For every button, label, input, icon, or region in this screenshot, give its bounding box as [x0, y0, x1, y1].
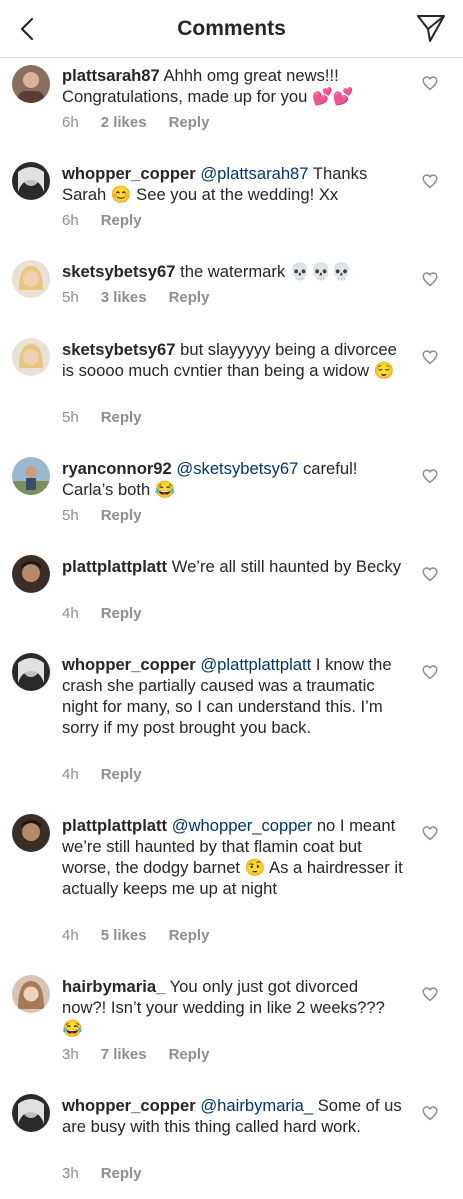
- heart-outline-icon[interactable]: [421, 663, 439, 681]
- reply-button[interactable]: Reply: [169, 1046, 210, 1063]
- comment-mention[interactable]: @plattsarah87: [200, 164, 308, 183]
- reply-button[interactable]: Reply: [101, 212, 142, 229]
- heart-outline-icon[interactable]: [421, 172, 439, 190]
- heart-outline-icon[interactable]: [421, 270, 439, 288]
- avatar[interactable]: [12, 555, 50, 593]
- avatar[interactable]: [12, 260, 50, 298]
- paper-plane-icon: [417, 15, 445, 42]
- avatar[interactable]: [12, 814, 50, 852]
- page-title: Comments: [177, 17, 286, 40]
- comment-mention[interactable]: @hairbymaria_: [200, 1096, 313, 1115]
- comment-username[interactable]: whopper_copper: [62, 1096, 196, 1115]
- comment-mention[interactable]: @plattplattplatt: [200, 655, 311, 674]
- comment-mention[interactable]: @sketsybetsy67: [176, 459, 298, 478]
- comment-text: the watermark 💀💀💀: [180, 262, 352, 281]
- reply-button[interactable]: Reply: [169, 114, 210, 131]
- avatar[interactable]: [12, 162, 50, 200]
- comment-time: 5h: [62, 289, 79, 306]
- comment-time: 4h: [62, 927, 79, 944]
- comment-mention[interactable]: @whopper_copper: [172, 816, 312, 835]
- reply-button[interactable]: Reply: [169, 927, 210, 944]
- comment-time: 5h: [62, 409, 79, 426]
- comment-text: We’re all still haunted by Becky: [171, 557, 402, 576]
- heart-outline-icon[interactable]: [421, 985, 439, 1003]
- heart-outline-icon[interactable]: [421, 74, 439, 92]
- header-bar: Comments: [0, 0, 463, 58]
- reply-button[interactable]: Reply: [101, 766, 142, 783]
- comment-time: 3h: [62, 1046, 79, 1063]
- likes-count[interactable]: 3 likes: [101, 289, 147, 306]
- comment-time: 4h: [62, 605, 79, 622]
- heart-outline-icon[interactable]: [421, 824, 439, 842]
- heart-outline-icon[interactable]: [421, 1104, 439, 1122]
- comment-username[interactable]: plattsarah87: [62, 66, 160, 85]
- heart-outline-icon[interactable]: [421, 467, 439, 485]
- avatar[interactable]: [12, 457, 50, 495]
- avatar[interactable]: [12, 1094, 50, 1132]
- comment-username[interactable]: plattplattplatt: [62, 816, 167, 835]
- comment-username[interactable]: sketsybetsy67: [62, 262, 175, 281]
- likes-count[interactable]: 5 likes: [101, 927, 147, 944]
- avatar[interactable]: [12, 975, 50, 1013]
- likes-count[interactable]: 2 likes: [101, 114, 147, 131]
- direct-message-button[interactable]: [415, 12, 447, 44]
- comment-time: 6h: [62, 114, 79, 131]
- reply-button[interactable]: Reply: [101, 605, 142, 622]
- heart-outline-icon[interactable]: [421, 348, 439, 366]
- reply-button[interactable]: Reply: [169, 289, 210, 306]
- comment-time: 4h: [62, 766, 79, 783]
- comment-username[interactable]: whopper_copper: [62, 164, 196, 183]
- avatar[interactable]: [12, 65, 50, 103]
- comment-time: 5h: [62, 507, 79, 524]
- comment-username[interactable]: sketsybetsy67: [62, 340, 175, 359]
- comment-time: 6h: [62, 212, 79, 229]
- heart-outline-icon[interactable]: [421, 565, 439, 583]
- reply-button[interactable]: Reply: [101, 409, 142, 426]
- comment-time: 3h: [62, 1165, 79, 1182]
- comment-username[interactable]: plattplattplatt: [62, 557, 167, 576]
- reply-button[interactable]: Reply: [101, 1165, 142, 1182]
- comment-username[interactable]: whopper_copper: [62, 655, 196, 674]
- comment-username[interactable]: hairbymaria_: [62, 977, 165, 996]
- avatar[interactable]: [12, 338, 50, 376]
- avatar[interactable]: [12, 653, 50, 691]
- reply-button[interactable]: Reply: [101, 507, 142, 524]
- likes-count[interactable]: 7 likes: [101, 1046, 147, 1063]
- comment-username[interactable]: ryanconnor92: [62, 459, 172, 478]
